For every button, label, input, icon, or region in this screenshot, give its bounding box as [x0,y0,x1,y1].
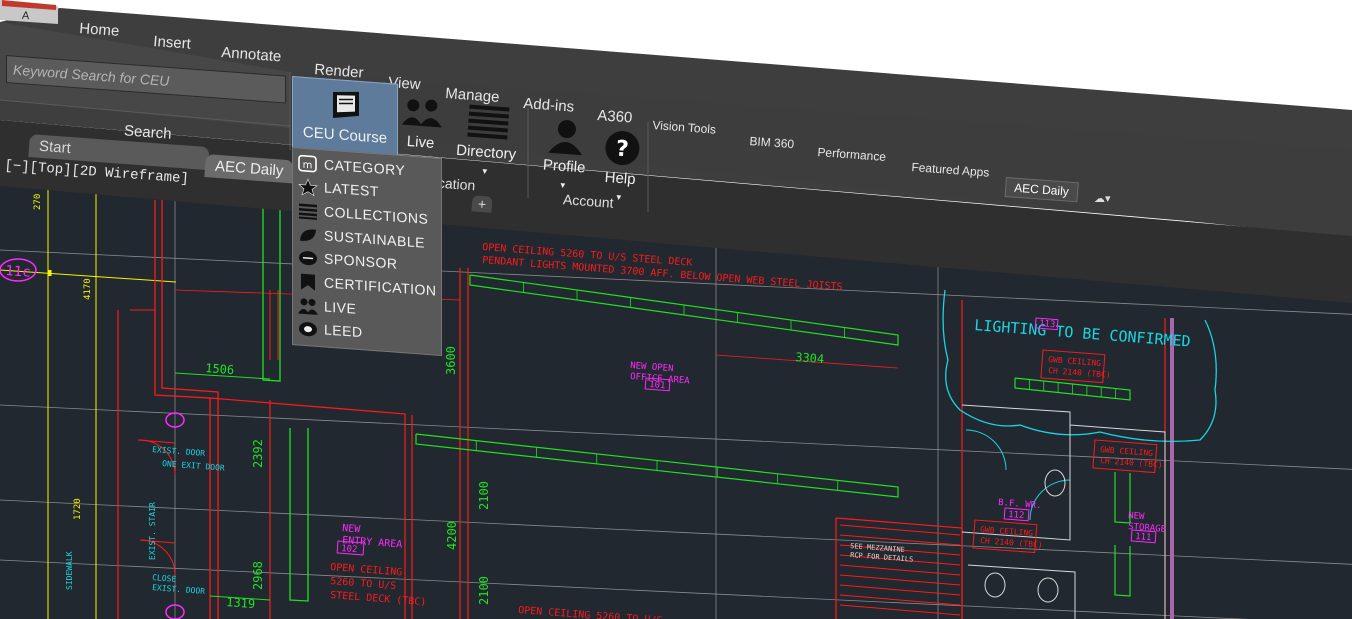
dropdown-item-label: CERTIFICATION [324,274,437,299]
ceu-course-label: CEU Course [302,123,388,147]
live-label: Live [406,132,435,152]
svg-text:?: ? [615,137,630,163]
dim-2100: 2100 [477,481,491,510]
ribbon-tab-home[interactable]: Home [79,20,120,40]
user-icon [548,120,583,156]
chevron-down-icon: ▼ [480,166,490,177]
dropdown-item-label: COLLECTIONS [324,203,429,228]
dim-1506: 1506 [205,361,235,377]
room-number-111: 111 [1135,532,1152,543]
category-icon: m [298,154,317,173]
dim-2100b: 2100 [477,576,491,605]
people-icon [298,298,318,315]
dim-2392: 2392 [251,439,265,468]
chevron-down-icon: ▼ [614,192,624,203]
bookmark-icon [301,273,315,291]
ribbon-tab-a360[interactable]: A360 [597,107,633,127]
note-close: CLOSE [152,573,177,584]
ribbon-tab-insert[interactable]: Insert [153,33,192,53]
people-icon [401,99,442,128]
cloud-icon[interactable]: ☁▾ [1094,192,1111,205]
star-icon [298,178,318,197]
dropdown-item-label: LEED [324,321,363,341]
list-icon [467,104,510,140]
app-menu-button[interactable]: A [22,10,30,22]
new-tab-button[interactable]: + [471,195,493,213]
leed-icon [299,322,317,337]
profile-button[interactable]: Profile ▼ [535,116,594,194]
dim-4200: 4200 [445,521,459,550]
search-panel-label: Search [123,122,173,143]
svg-text:m: m [303,160,313,172]
room-label-entry: NEW [342,523,362,535]
help-label: Help [604,168,637,189]
directory-label: Directory [455,141,517,164]
book-icon [333,91,359,119]
dim-2968: 2968 [251,561,265,590]
room-label-storage: NEW [1128,511,1146,522]
question-icon: ? [605,131,640,166]
dim-1319: 1319 [226,595,256,611]
sponsor-icon [299,251,317,266]
profile-label: Profile [542,156,586,177]
list-icon [299,203,317,220]
room-number-112: 112 [1008,510,1025,521]
live-button[interactable]: Live [396,94,448,152]
room-number-101: 101 [649,380,666,391]
dim-3304: 3304 [795,350,825,366]
directory-button[interactable]: Directory ▼ [449,102,524,181]
dim-1720: 1720 [73,498,83,520]
room-number-102: 102 [341,544,358,555]
note-exist-stair: EXIST. STAIR [148,502,157,560]
leaf-icon [300,229,316,241]
note-sidewalk: SIDEWALK [65,551,74,590]
ceu-course-dropdown-menu: m CATEGORY LATEST COLLECTIONS SUSTAINABLE SPO… [292,147,442,357]
dropdown-item-label: LIVE [324,298,357,317]
room-number-113: 113 [1039,319,1056,330]
stage: 4170 1720 270 11c LIGHTING TO BE CONFIRMED OP… [0,0,1352,619]
dropdown-item-label: CATEGORY [324,156,406,179]
dropdown-item-label: SUSTAINABLE [324,227,425,251]
chevron-down-icon: ▼ [558,180,568,191]
dropdown-item-label: SPONSOR [324,250,398,272]
autocad-window: 4170 1720 270 11c LIGHTING TO BE CONFIRMED OP… [0,0,1352,619]
education-panel-label: cation [437,174,476,194]
dim-3600: 3600 [444,346,458,375]
ribbon-tab-add-ins[interactable]: Add-ins [523,95,575,116]
dropdown-item-label: LATEST [324,179,379,200]
